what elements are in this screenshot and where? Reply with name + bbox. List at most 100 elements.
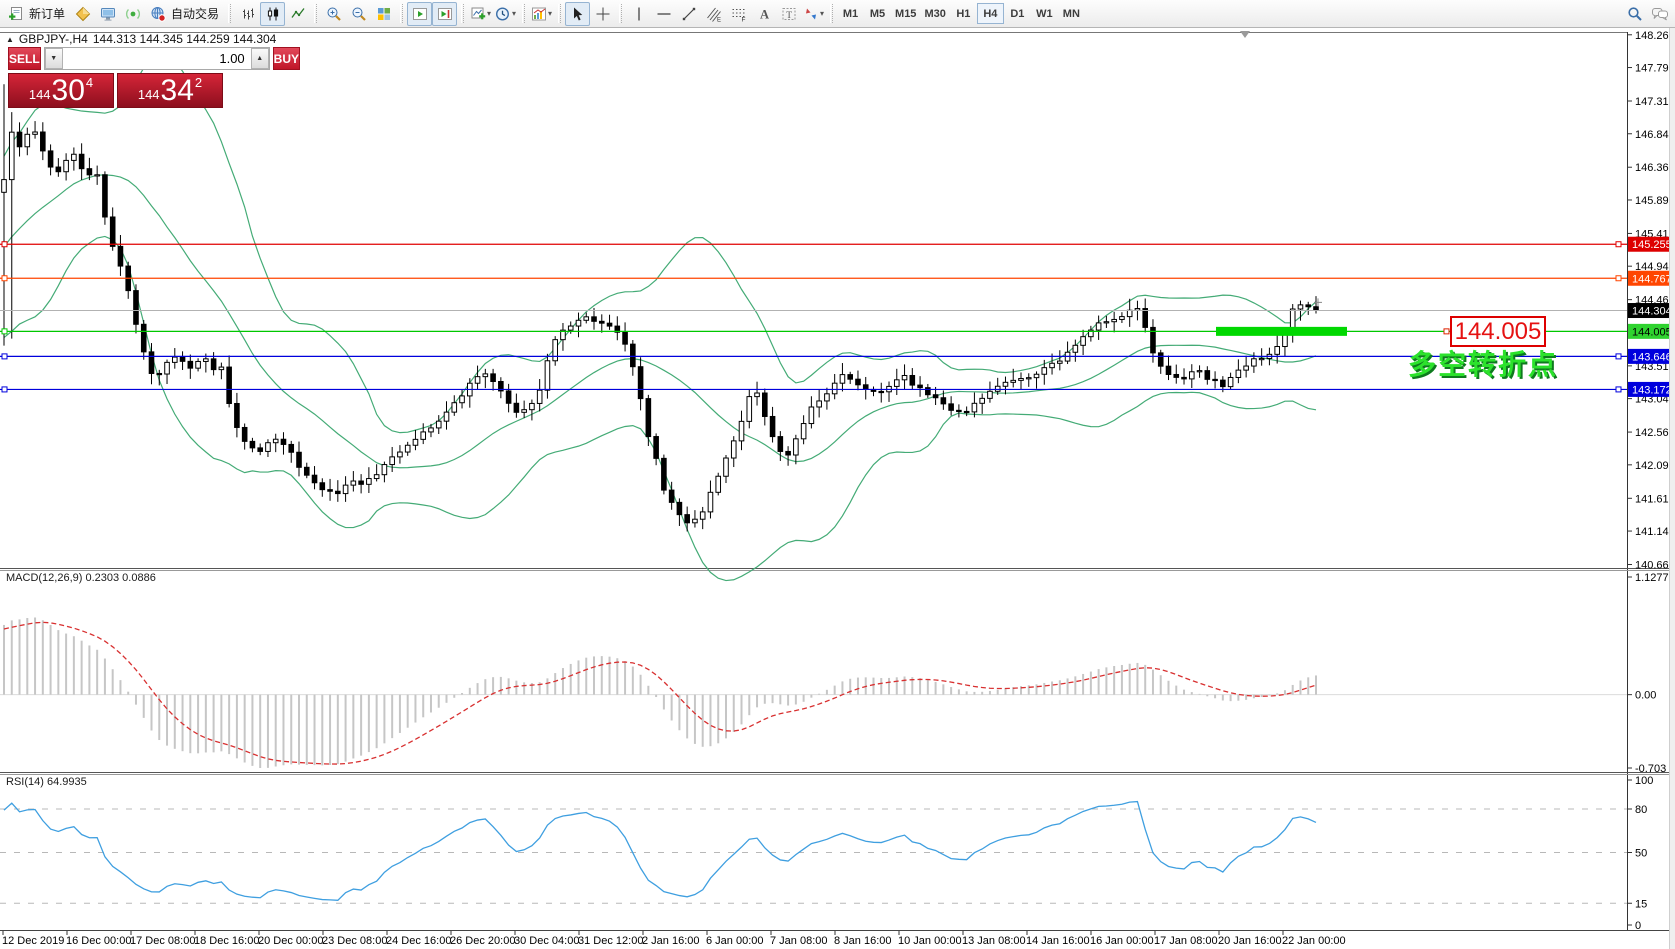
chevron-down-icon: ▾	[512, 9, 517, 18]
candlestick-chart-button[interactable]	[260, 1, 286, 26]
profiles-clock-button[interactable]: ▾	[493, 2, 518, 26]
volume-decrease-button[interactable]: ▼	[44, 48, 63, 69]
indicators-button[interactable]: ▾	[529, 2, 554, 26]
rsi-panel: 100 80 50 15 0	[0, 775, 1653, 932]
svg-text:7 Jan 08:00: 7 Jan 08:00	[770, 935, 828, 947]
timeframe-m30[interactable]: M30	[920, 3, 949, 24]
svg-text:20 Jan 16:00: 20 Jan 16:00	[1218, 935, 1282, 947]
chevron-down-icon: ▾	[820, 9, 825, 18]
text-label-tool[interactable]: T	[776, 2, 801, 26]
arrows-tool[interactable]: ▾	[801, 2, 826, 26]
toolbar-grip	[619, 4, 623, 23]
svg-text:20 Dec 00:00: 20 Dec 00:00	[258, 935, 323, 947]
buy-price-whole: 144	[137, 87, 160, 102]
svg-text:145.255: 145.255	[1632, 239, 1672, 251]
equidistant-channel-tool[interactable]: E	[701, 2, 726, 26]
tile-windows-button[interactable]	[371, 2, 396, 26]
svg-text:12 Dec 2019: 12 Dec 2019	[2, 935, 64, 947]
chart-shift-marker	[1240, 31, 1250, 38]
sell-price-whole: 144	[28, 87, 51, 102]
chevron-down-icon: ▾	[548, 9, 553, 18]
collapse-expert-icon[interactable]: ▲	[6, 35, 14, 44]
buy-price-button[interactable]: 144 34 2	[117, 73, 223, 108]
svg-text:16 Jan 00:00: 16 Jan 00:00	[1090, 935, 1154, 947]
cursor-button[interactable]	[565, 1, 591, 26]
sell-price-big: 30	[51, 74, 85, 107]
svg-text:31 Dec 12:00: 31 Dec 12:00	[578, 935, 643, 947]
svg-text:E: E	[717, 17, 721, 22]
svg-text:144.005: 144.005	[1632, 326, 1672, 338]
fibonacci-tool[interactable]: F	[726, 2, 751, 26]
signals-icon[interactable]	[120, 2, 145, 26]
timeframe-h4[interactable]: H4	[976, 3, 1004, 24]
note-text-annotation[interactable]: 多空转折点	[1408, 343, 1558, 383]
timeframe-d1[interactable]: D1	[1004, 3, 1031, 24]
price-chart[interactable]: 148.260147.790147.310146.840146.360145.8…	[0, 28, 1675, 949]
svg-text:1.1277: 1.1277	[1635, 572, 1669, 584]
autotrading-icon[interactable]	[145, 2, 170, 26]
new-order-button[interactable]	[3, 2, 28, 26]
volume-input[interactable]	[62, 48, 251, 69]
symbol-title: GBPJPY-,H4	[18, 32, 88, 46]
sell-button[interactable]: SELL	[8, 47, 41, 70]
timeframe-m1[interactable]: M1	[837, 3, 864, 24]
svg-text:0.00: 0.00	[1635, 690, 1656, 702]
sell-price-button[interactable]: 144 30 4	[8, 73, 114, 108]
svg-text:T: T	[786, 10, 792, 20]
vertical-line-tool[interactable]	[626, 2, 651, 26]
new-chart-button[interactable]: ▾	[468, 2, 493, 26]
svg-text:100: 100	[1635, 775, 1653, 787]
svg-text:10 Jan 00:00: 10 Jan 00:00	[898, 935, 962, 947]
main-toolbar: 新订单 自动交易 ▾ ▾ ▾ E F A T ▾ M1 M5 M15 M30 H…	[0, 0, 1675, 28]
toolbar-grip	[461, 4, 465, 23]
volume-increase-button[interactable]: ▲	[250, 48, 269, 69]
new-order-label[interactable]: 新订单	[29, 5, 65, 22]
terminal-icon[interactable]	[95, 2, 120, 26]
timeframe-h1[interactable]: H1	[950, 3, 977, 24]
mt4-terminal: { "toolbar": { "new_order_label": "新订单",…	[0, 0, 1675, 949]
svg-text:15: 15	[1635, 898, 1647, 910]
timeframe-m5[interactable]: M5	[864, 3, 891, 24]
chat-icon[interactable]	[1647, 2, 1672, 26]
crosshair-button[interactable]	[590, 2, 615, 26]
svg-text:144.304: 144.304	[1632, 306, 1672, 318]
buy-button[interactable]: BUY	[272, 47, 301, 70]
candles	[1, 84, 1319, 532]
svg-text:143.172: 143.172	[1632, 384, 1672, 396]
trendline-tool[interactable]	[676, 2, 701, 26]
svg-text:50: 50	[1635, 848, 1647, 860]
macd-indicator-label: MACD(12,26,9) 0.2303 0.0886	[6, 572, 156, 584]
timeframe-m15[interactable]: M15	[891, 3, 920, 24]
rsi-indicator-label: RSI(14) 64.9935	[6, 776, 87, 788]
timeframe-w1[interactable]: W1	[1031, 3, 1058, 24]
svg-text:17 Jan 08:00: 17 Jan 08:00	[1154, 935, 1218, 947]
chevron-down-icon: ▾	[487, 9, 492, 18]
chart-shift-button[interactable]	[432, 1, 458, 26]
timeframe-mn[interactable]: MN	[1058, 3, 1085, 24]
zoom-out-button[interactable]	[346, 2, 371, 26]
svg-text:22 Jan 00:00: 22 Jan 00:00	[1282, 935, 1346, 947]
panel-frames	[0, 31, 1675, 931]
autotrading-label[interactable]: 自动交易	[171, 5, 219, 22]
text-tool[interactable]: A	[751, 2, 776, 26]
svg-text:6 Jan 00:00: 6 Jan 00:00	[706, 935, 764, 947]
zoom-in-button[interactable]	[321, 2, 346, 26]
search-icon[interactable]	[1622, 2, 1647, 26]
svg-text:144.767: 144.767	[1632, 273, 1672, 285]
svg-text:18 Dec 16:00: 18 Dec 16:00	[194, 935, 259, 947]
svg-text:14 Jan 16:00: 14 Jan 16:00	[1026, 935, 1090, 947]
metaeditor-icon[interactable]	[70, 2, 95, 26]
window-scroll-strip	[1669, 28, 1675, 949]
highlight-segment	[1216, 326, 1347, 336]
price-axis: 148.260147.790147.310146.840146.360145.8…	[1627, 30, 1675, 572]
volume-stepper: ▼ ▲	[43, 47, 270, 70]
auto-scroll-button[interactable]	[407, 1, 433, 26]
macd-panel: 1.1277 0.00 -0.703	[0, 572, 1669, 775]
svg-text:16 Dec 00:00: 16 Dec 00:00	[66, 935, 131, 947]
horizontal-line-tool[interactable]	[651, 2, 676, 26]
bar-chart-button[interactable]	[235, 2, 260, 26]
toolbar-grip	[522, 4, 526, 23]
line-chart-button[interactable]	[285, 2, 310, 26]
current-price-line	[0, 298, 1627, 312]
chart-symbol-line: ▲ GBPJPY-,H4 144.313 144.345 144.259 144…	[6, 32, 276, 46]
